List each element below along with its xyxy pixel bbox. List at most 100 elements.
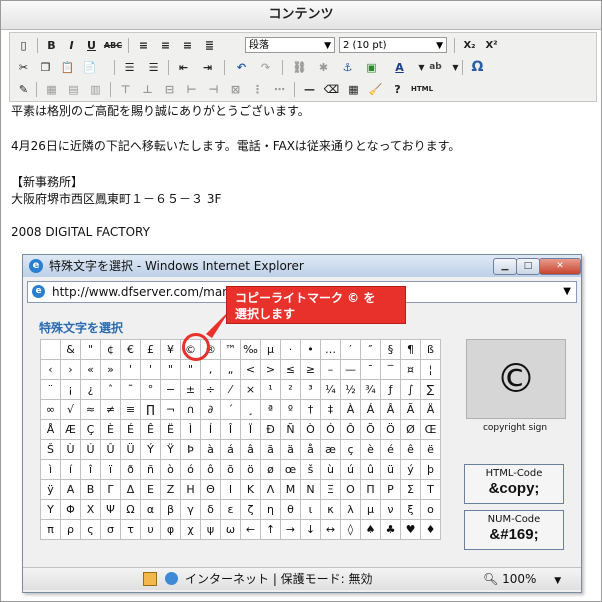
char-cell[interactable]: ♠ (360, 519, 381, 540)
char-cell[interactable]: – (320, 359, 341, 380)
cleanup-icon[interactable]: 🧹 (366, 80, 385, 99)
char-cell[interactable]: ' (120, 359, 141, 380)
char-cell[interactable]: ζ (240, 499, 261, 520)
char-cell[interactable]: Π (360, 479, 381, 500)
char-cell[interactable]: Θ (200, 479, 221, 500)
table-cell-icon[interactable]: ▥ (86, 80, 105, 99)
char-cell[interactable]: û (360, 459, 381, 480)
visual-aid-icon[interactable]: ▦ (344, 80, 363, 99)
char-cell[interactable]: ‾ (380, 359, 401, 380)
char-cell[interactable]: š (300, 459, 321, 480)
align-center-icon[interactable]: ≡ (156, 36, 175, 55)
font-size-select[interactable]: 2 (10 pt) ▼ (339, 37, 447, 53)
char-cell[interactable]: £ (140, 339, 161, 360)
char-cell[interactable]: Η (180, 479, 201, 500)
char-cell[interactable]: Í (200, 419, 221, 440)
char-cell[interactable]: ι (300, 499, 321, 520)
char-cell[interactable]: ª (260, 399, 281, 420)
special-character-icon[interactable]: Ω (468, 58, 487, 77)
char-cell[interactable]: ≥ (300, 359, 321, 380)
char-cell[interactable]: Ï (240, 419, 261, 440)
redo-icon[interactable]: ↷ (256, 58, 275, 77)
char-cell[interactable]: ¥ (160, 339, 181, 360)
char-cell[interactable]: & (60, 339, 81, 360)
undo-icon[interactable]: ↶ (232, 58, 251, 77)
char-cell[interactable]: √ (60, 399, 81, 420)
char-cell[interactable]: ï (100, 459, 121, 480)
char-cell[interactable]: å (300, 439, 321, 460)
close-button[interactable]: ✕ (539, 258, 581, 275)
char-cell[interactable]: Û (100, 439, 121, 460)
char-cell[interactable]: Γ (100, 479, 121, 500)
numbered-list-icon[interactable]: ☰ (144, 58, 163, 77)
char-cell[interactable]: ß (420, 339, 441, 360)
char-cell[interactable]: μ (360, 499, 381, 520)
char-cell[interactable]: Š (40, 439, 61, 460)
char-cell[interactable]: Ο (340, 479, 361, 500)
char-cell[interactable]: „ (220, 359, 241, 380)
char-cell[interactable]: → (280, 519, 301, 540)
char-cell[interactable]: Μ (280, 479, 301, 500)
char-cell[interactable]: Ù (60, 439, 81, 460)
paste-word-icon[interactable]: 📄 (80, 58, 99, 77)
char-cell[interactable]: Δ (120, 479, 141, 500)
chevron-down-icon[interactable]: ▼ (563, 282, 571, 302)
char-cell[interactable]: τ (120, 519, 141, 540)
char-cell[interactable] (40, 339, 61, 360)
char-cell[interactable]: † (300, 399, 321, 420)
char-cell[interactable]: Ý (140, 439, 161, 460)
char-cell[interactable]: Κ (240, 479, 261, 500)
char-cell[interactable]: À (340, 399, 361, 420)
char-cell[interactable]: " (80, 339, 101, 360)
insert-col-after-icon[interactable]: ⊣ (204, 80, 223, 99)
char-cell[interactable]: η (260, 499, 281, 520)
char-cell[interactable]: ¹ (260, 379, 281, 400)
char-cell[interactable]: Α (60, 479, 81, 500)
superscript-button[interactable]: X² (482, 36, 501, 55)
char-cell[interactable]: ↓ (300, 519, 321, 540)
char-cell[interactable]: … (320, 339, 341, 360)
char-cell[interactable]: ú (340, 459, 361, 480)
char-cell[interactable]: ü (380, 459, 401, 480)
char-cell[interactable]: ∏ (140, 399, 161, 420)
char-cell[interactable]: Æ (60, 419, 81, 440)
char-cell[interactable]: γ (180, 499, 201, 520)
link-icon[interactable]: ⛓ (290, 58, 309, 77)
char-cell[interactable]: < (240, 359, 261, 380)
char-cell[interactable]: σ (100, 519, 121, 540)
char-cell[interactable]: ¶ (400, 339, 421, 360)
char-cell[interactable]: è (360, 439, 381, 460)
char-cell[interactable]: ″ (360, 339, 381, 360)
char-cell[interactable]: Χ (80, 499, 101, 520)
char-cell[interactable]: ¤ (400, 359, 421, 380)
char-cell[interactable]: Ψ (100, 499, 121, 520)
char-cell[interactable]: ò (160, 459, 181, 480)
char-cell[interactable]: ÷ (200, 379, 221, 400)
char-cell[interactable]: Φ (60, 499, 81, 520)
char-cell[interactable]: ç (340, 439, 361, 460)
char-cell[interactable]: » (100, 359, 121, 380)
char-cell[interactable]: Ë (160, 419, 181, 440)
char-cell[interactable]: > (260, 359, 281, 380)
merge-cells-icon[interactable]: ⋯ (270, 80, 289, 99)
char-cell[interactable]: ↑ (260, 519, 281, 540)
char-cell[interactable]: Ÿ (160, 439, 181, 460)
char-cell[interactable]: á (220, 439, 241, 460)
char-cell[interactable]: Ø (400, 419, 421, 440)
char-cell[interactable]: Ð (260, 419, 281, 440)
char-cell[interactable]: ‰ (240, 339, 261, 360)
char-cell[interactable]: × (240, 379, 261, 400)
insert-col-before-icon[interactable]: ⊢ (182, 80, 201, 99)
char-cell[interactable]: Ñ (280, 419, 301, 440)
char-cell[interactable]: ² (280, 379, 301, 400)
char-cell[interactable]: ¸ (240, 399, 261, 420)
char-cell[interactable]: Ô (340, 419, 361, 440)
char-cell[interactable]: ñ (140, 459, 161, 480)
char-cell[interactable]: ± (180, 379, 201, 400)
char-cell[interactable]: ì (40, 459, 61, 480)
char-cell[interactable]: ¼ (320, 379, 341, 400)
char-cell[interactable]: ⁄ (220, 379, 241, 400)
char-cell[interactable]: Œ (420, 419, 441, 440)
char-cell[interactable]: Ä (420, 399, 441, 420)
char-cell[interactable]: ™ (220, 339, 241, 360)
